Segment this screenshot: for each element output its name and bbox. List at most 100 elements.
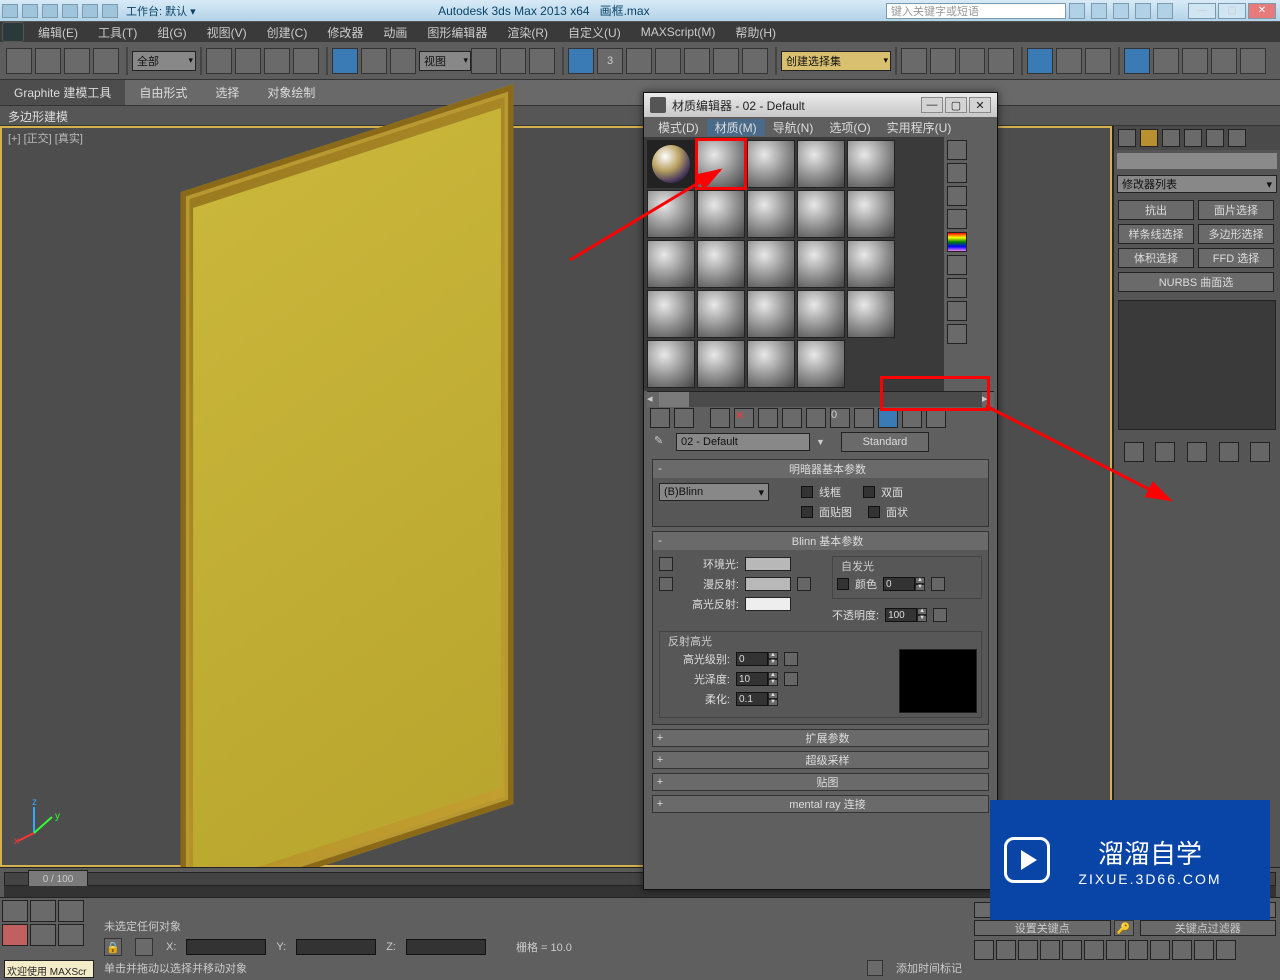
window-crossing-icon[interactable] (293, 48, 319, 74)
graphite-icon[interactable] (988, 48, 1014, 74)
go-sibling-icon[interactable] (926, 408, 946, 428)
diffuse-color-swatch[interactable] (745, 577, 791, 591)
selfillum-color-checkbox[interactable] (837, 578, 849, 590)
rollout-toggle[interactable]: - (653, 463, 667, 475)
link-icon[interactable] (64, 48, 90, 74)
play-icon[interactable] (1018, 940, 1038, 960)
material-slot-16[interactable] (647, 290, 695, 338)
material-name-field[interactable]: 02 - Default (676, 433, 810, 451)
menu-tools[interactable]: 工具(T) (88, 24, 147, 41)
coord-z-field[interactable] (406, 939, 486, 955)
get-material-icon[interactable] (650, 408, 670, 428)
render-production-icon[interactable] (1182, 48, 1208, 74)
mod-btn-1[interactable]: 面片选择 (1198, 200, 1274, 220)
rendered-frame-icon[interactable] (1153, 48, 1179, 74)
cmdpanel-utilities-icon[interactable] (1228, 129, 1246, 147)
rollout-supersample[interactable]: +超级采样 (652, 751, 989, 769)
material-slot-22[interactable] (697, 340, 745, 388)
curve-editor-icon[interactable] (1027, 48, 1053, 74)
ribbon-tab-selection[interactable]: 选择 (201, 80, 253, 105)
teapot2-icon[interactable] (1240, 48, 1266, 74)
slot-scrollbar[interactable]: ◂▸ (647, 391, 994, 407)
material-slot-13[interactable] (747, 240, 795, 288)
select-object-icon[interactable] (206, 48, 232, 74)
select-move-icon[interactable] (332, 48, 358, 74)
unlink-icon[interactable] (93, 48, 119, 74)
material-slot-9[interactable] (797, 190, 845, 238)
mat-id-icon[interactable]: 0 (830, 408, 850, 428)
nav-pan-icon[interactable] (1106, 940, 1126, 960)
viewport-label[interactable]: [+] [正交] [真实] (8, 130, 83, 146)
wire-checkbox[interactable] (801, 486, 813, 498)
sample-uv-icon[interactable] (947, 209, 967, 229)
menu-rendering[interactable]: 渲染(R) (497, 24, 558, 41)
material-slot-11[interactable] (647, 240, 695, 288)
menu-views[interactable]: 视图(V) (197, 24, 257, 41)
nav-orbit-icon[interactable] (1194, 940, 1214, 960)
qat-undo-icon[interactable] (62, 4, 78, 18)
scene-object-frame[interactable] (162, 138, 532, 858)
stack-pin-icon[interactable] (1124, 442, 1144, 462)
teapot-icon[interactable] (1211, 48, 1237, 74)
background-icon[interactable] (947, 186, 967, 206)
mod-btn-3[interactable]: 多边形选择 (1198, 224, 1274, 244)
cmdpanel-hierarchy-icon[interactable] (1162, 129, 1180, 147)
sb-icon-1[interactable] (2, 900, 28, 922)
coord-y-field[interactable] (296, 939, 376, 955)
menu-group[interactable]: 组(G) (147, 24, 196, 41)
backlight-icon[interactable] (947, 163, 967, 183)
show-end-icon[interactable] (878, 408, 898, 428)
keyfilter-button[interactable]: 关键点过滤器 (1140, 920, 1277, 936)
mateditor-close-button[interactable]: ✕ (969, 97, 991, 113)
selfillum-map-button[interactable] (931, 577, 945, 591)
favorite-icon[interactable] (1135, 3, 1151, 19)
snap-a-icon[interactable] (684, 48, 710, 74)
diffuse-lock-icon[interactable] (659, 577, 673, 591)
material-slot-19[interactable] (797, 290, 845, 338)
material-editor-titlebar[interactable]: 材质编辑器 - 02 - Default — ▢ ✕ (644, 93, 997, 117)
select-rotate-icon[interactable] (361, 48, 387, 74)
shader-type-combo[interactable]: (B)Blinn▾ (659, 483, 769, 501)
matmenu-utilities[interactable]: 实用程序(U) (879, 119, 960, 136)
ribbon-tab-graphite[interactable]: Graphite 建模工具 (0, 80, 125, 105)
menu-customize[interactable]: 自定义(U) (558, 24, 631, 41)
ref-coord-combo[interactable]: 视图▾ (419, 51, 471, 71)
window-close-button[interactable]: ✕ (1248, 3, 1276, 19)
spec-level-map-button[interactable] (784, 652, 798, 666)
transform-type-icon[interactable] (135, 938, 153, 956)
material-slot-23[interactable] (747, 340, 795, 388)
options-icon[interactable] (947, 278, 967, 298)
menu-maxscript[interactable]: MAXScript(M) (631, 25, 726, 39)
exchange-icon[interactable] (1113, 3, 1129, 19)
ribbon-panel-label[interactable]: 多边形建模 (0, 106, 1280, 126)
nav-zoom-icon[interactable] (1128, 940, 1148, 960)
material-slot-6[interactable] (647, 190, 695, 238)
matmenu-mode[interactable]: 模式(D) (650, 119, 707, 136)
select-name-icon[interactable] (235, 48, 261, 74)
cmdpanel-modify-icon[interactable] (1140, 129, 1158, 147)
window-maximize-button[interactable]: ▢ (1218, 3, 1246, 19)
mod-btn-4[interactable]: 体积选择 (1118, 248, 1194, 268)
selection-filter-combo[interactable]: 全部▾ (132, 51, 196, 71)
key-icon[interactable]: 🔑 (1114, 920, 1134, 936)
object-color-swatch[interactable] (1117, 153, 1277, 169)
material-slot-8[interactable] (747, 190, 795, 238)
material-slot-3[interactable] (747, 140, 795, 188)
undo-icon[interactable] (6, 48, 32, 74)
cmdpanel-create-icon[interactable] (1118, 129, 1136, 147)
cmdpanel-motion-icon[interactable] (1184, 129, 1202, 147)
search-go-icon[interactable] (1069, 3, 1085, 19)
material-slot-7[interactable] (697, 190, 745, 238)
mod-btn-5[interactable]: FFD 选择 (1198, 248, 1274, 268)
selfillum-spinner[interactable]: 0▲▼ (883, 577, 925, 591)
material-slot-21[interactable] (647, 340, 695, 388)
sb-icon-2[interactable] (30, 900, 56, 922)
opacity-spinner[interactable]: 100▲▼ (885, 608, 927, 622)
sample-type-icon[interactable] (947, 140, 967, 160)
material-slot-12[interactable] (697, 240, 745, 288)
select-by-mat-icon[interactable] (947, 301, 967, 321)
mirror-icon[interactable] (901, 48, 927, 74)
coord-x-field[interactable] (186, 939, 266, 955)
stack-remove-icon[interactable] (1219, 442, 1239, 462)
stack-show-icon[interactable] (1155, 442, 1175, 462)
